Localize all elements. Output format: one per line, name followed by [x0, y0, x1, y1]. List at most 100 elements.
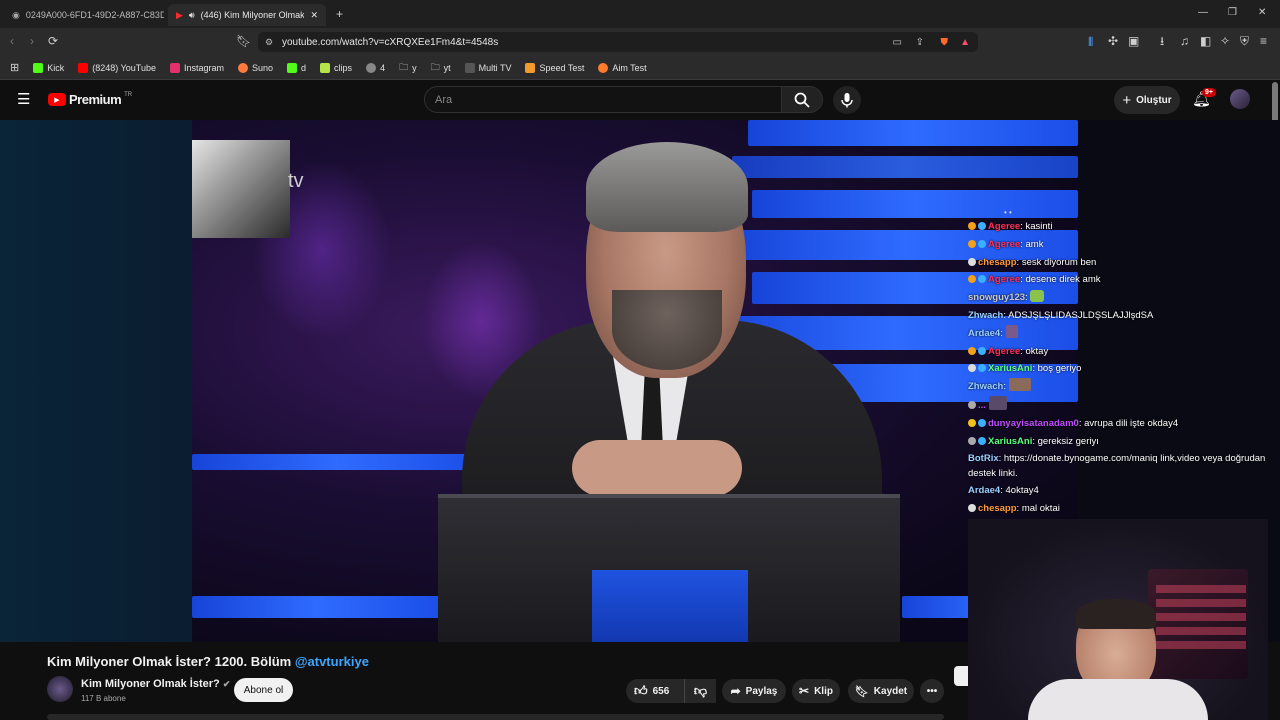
- avatar[interactable]: [1230, 89, 1250, 109]
- bookmark-icon[interactable]: 🔖︎: [236, 35, 251, 47]
- bookmark-kick[interactable]: Kick: [33, 62, 64, 73]
- extensions-icon[interactable]: ✣: [1108, 35, 1118, 47]
- bookmark-4[interactable]: 4: [366, 62, 385, 73]
- bookmark-speed-test[interactable]: Speed Test: [525, 62, 584, 73]
- bookmark-multi-tv[interactable]: Multi TV: [464, 62, 511, 73]
- badge-icon: [978, 346, 986, 355]
- subscriber-count: 117 B abone: [81, 694, 126, 703]
- skull-icon: [968, 257, 976, 266]
- channel-handle-link[interactable]: @atvturkiye: [295, 654, 369, 669]
- apps-grid-icon[interactable]: ⊞: [10, 61, 19, 74]
- bookmark-save-icon: 🔖︎: [854, 685, 869, 698]
- notifications-button[interactable]: 🔔︎ 9+: [1192, 88, 1216, 112]
- reload-icon[interactable]: ⟳: [48, 35, 58, 47]
- chat-message: Ageree: desene direk amk: [968, 271, 1268, 289]
- badge-icon: [968, 436, 976, 445]
- chat-message: chesapp: sesk diyorum ben: [968, 254, 1268, 272]
- plus-icon: +: [1122, 91, 1132, 109]
- bookmark-instagram[interactable]: Instagram: [169, 62, 224, 73]
- chat-message: XariusAni: gereksiz geriyı: [968, 433, 1268, 451]
- bookmark-suno[interactable]: Suno: [238, 62, 273, 73]
- more-actions-button[interactable]: •••: [920, 679, 944, 703]
- channel-name[interactable]: Kim Milyoner Olmak İster? ✔: [81, 678, 230, 690]
- rewards-icon[interactable]: ▲: [960, 37, 970, 48]
- browser-tab-active[interactable]: ▶ 🔊︎ (446) Kim Milyoner Olmak İst ✕: [168, 4, 326, 26]
- tab-label: 0249A000-6FD1-49D2-A887-C83D2: [25, 10, 164, 20]
- studio-light: [752, 190, 1078, 218]
- clips-icon: [320, 62, 331, 73]
- forward-icon[interactable]: ›: [30, 35, 34, 47]
- browser-tab[interactable]: ◉ 0249A000-6FD1-49D2-A887-C83D2: [4, 4, 164, 26]
- minimize-icon[interactable]: —: [1198, 8, 1208, 18]
- side-panel-tab[interactable]: [954, 666, 968, 686]
- bookmark-d[interactable]: d: [287, 62, 306, 73]
- search-button[interactable]: [781, 86, 823, 113]
- site-settings-icon[interactable]: ⚙: [265, 37, 273, 48]
- voice-search-button[interactable]: [833, 86, 861, 114]
- share-icon[interactable]: ⇪: [916, 37, 924, 48]
- emote-icon: [1008, 378, 1031, 392]
- host-hair: [586, 142, 748, 232]
- kick-icon: [33, 62, 44, 73]
- badge-icon: [968, 346, 976, 355]
- back-icon[interactable]: ‹: [10, 35, 14, 47]
- close-window-icon[interactable]: ✕: [1258, 8, 1266, 18]
- screen-icon[interactable]: ▭: [893, 37, 902, 48]
- create-button[interactable]: + Oluştur: [1114, 86, 1180, 114]
- sidebar-icon[interactable]: ◧: [1200, 35, 1211, 47]
- more-horizontal-icon: •••: [926, 685, 938, 697]
- poster-text: [1156, 579, 1246, 649]
- page-icon: [464, 62, 475, 73]
- chat-message: Zhwach:: [968, 378, 1268, 396]
- search-input[interactable]: Ara: [424, 86, 782, 113]
- crown-icon: [968, 418, 976, 427]
- suno-icon: [238, 62, 248, 73]
- thumbs-up-icon: 👍︎: [634, 683, 648, 698]
- music-icon[interactable]: ♫: [1180, 35, 1189, 47]
- badge-icon: [978, 222, 986, 230]
- search-icon: [794, 92, 810, 108]
- chat-message: Ardae4: 4oktay4: [968, 485, 1039, 497]
- instagram-icon: [169, 62, 180, 73]
- leo-icon[interactable]: ✧: [1220, 35, 1230, 47]
- save-button[interactable]: 🔖︎ Kaydet: [848, 679, 914, 703]
- badge-icon: [978, 364, 986, 373]
- badge-icon: [978, 275, 986, 284]
- new-tab-icon[interactable]: +: [336, 8, 343, 20]
- bookmark-folder-yt[interactable]: 🗀 yt: [431, 60, 451, 76]
- hamburger-menu-icon[interactable]: ☰: [17, 92, 30, 107]
- badge-icon: [968, 364, 976, 373]
- studio-light: [192, 596, 442, 618]
- url-field[interactable]: ⚙ youtube.com/watch?v=cXRQXEe1Fm4&t=4548…: [258, 32, 978, 52]
- chat-message: Ardae4:: [968, 324, 1268, 343]
- share-arrow-icon: ➦: [730, 684, 741, 698]
- brave-shield-icon[interactable]: ⛊: [941, 37, 949, 48]
- speaker-icon: 🔊︎: [188, 9, 195, 20]
- clip-button[interactable]: ✂ Klip: [792, 679, 840, 703]
- chat-message: Ageree: kasinti: [968, 218, 1268, 236]
- url-text: youtube.com/watch?v=cXRQXEe1Fm4&t=4548s: [282, 36, 499, 48]
- bookmark-folder-y[interactable]: 🗀 y: [399, 60, 417, 76]
- bookmark-aim-test[interactable]: Aim Test: [598, 62, 647, 73]
- channel-avatar[interactable]: [47, 676, 73, 702]
- emote-icon: [1030, 290, 1045, 303]
- webcam-overlay: [968, 519, 1268, 720]
- vpn-icon[interactable]: ⛨: [1240, 35, 1249, 47]
- wallet-icon[interactable]: ▣: [1128, 35, 1139, 47]
- menu-icon[interactable]: ≡: [1260, 35, 1267, 47]
- close-tab-icon[interactable]: ✕: [310, 10, 318, 21]
- download-icon[interactable]: ⭳: [1160, 35, 1164, 47]
- skull-icon: [968, 504, 976, 513]
- share-button[interactable]: ➦ Paylaş: [722, 679, 786, 703]
- video-frame[interactable]: tv • •: [192, 120, 1078, 642]
- chat-overlay: Ageree: kasinti Ageree: amk chesapp: ses…: [968, 218, 1268, 518]
- logo-country: TR: [124, 91, 133, 98]
- audio-icon[interactable]: ⦀: [1088, 36, 1093, 48]
- bookmark-clips[interactable]: clips: [320, 62, 352, 73]
- bookmark-youtube[interactable]: (8248) YouTube: [78, 62, 156, 73]
- subscribe-button[interactable]: Abone ol: [234, 678, 293, 702]
- dislike-button[interactable]: 👎︎: [684, 679, 716, 703]
- chat-message: Ageree: amk: [968, 236, 1268, 254]
- youtube-logo[interactable]: ▶ Premium TR: [48, 92, 132, 107]
- maximize-icon[interactable]: ❐: [1228, 8, 1237, 18]
